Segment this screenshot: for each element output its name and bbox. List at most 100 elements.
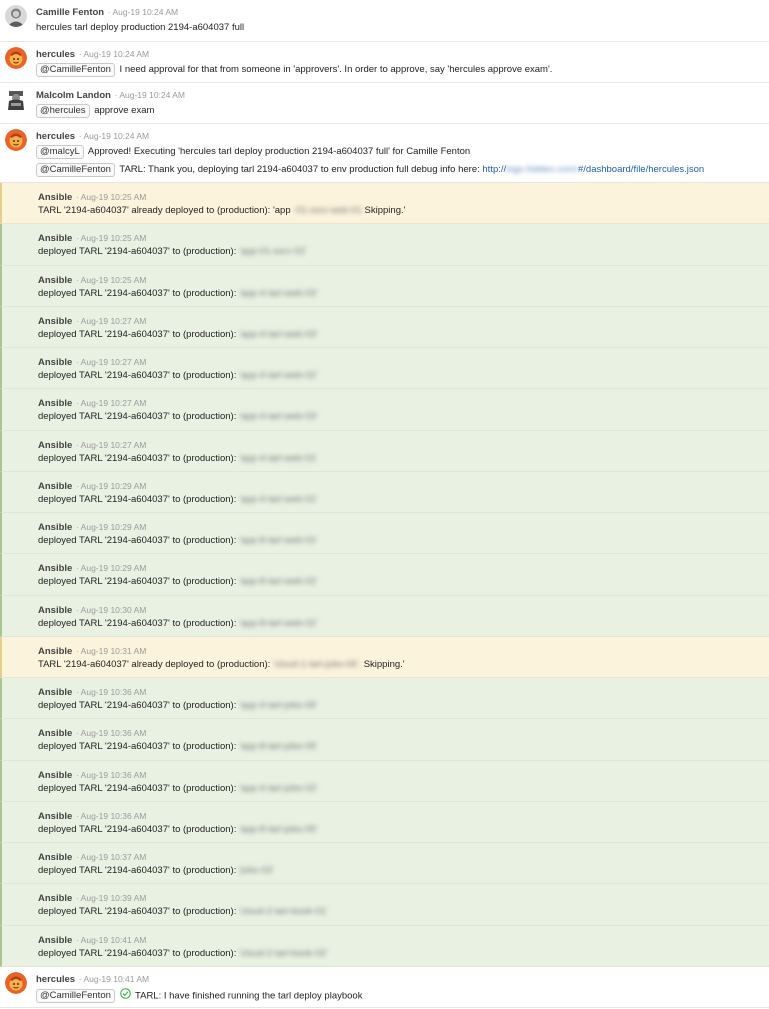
- event-author[interactable]: Ansible: [38, 893, 72, 904]
- event-timestamp: · Aug-19 10:27 AM: [75, 398, 147, 409]
- ansible-event-success: Ansible · Aug-19 10:37 AM deployed TARL '…: [0, 843, 769, 885]
- message-timestamp: · Aug-19 10:24 AM: [78, 131, 150, 141]
- person-photo-icon[interactable]: [5, 5, 27, 27]
- event-text: deployed TARL '2194-a604037' to (product…: [38, 782, 237, 794]
- ansible-event-success: Ansible · Aug-19 10:27 AM deployed TARL '…: [0, 389, 769, 431]
- redacted-host: 'app-8-tarl-jobs-05': [238, 823, 318, 835]
- redacted-host: 'app-8-tarl-jobs-05': [238, 741, 318, 753]
- event-author[interactable]: Ansible: [38, 605, 72, 616]
- event-suffix: Skipping.': [363, 658, 405, 670]
- event-timestamp: · Aug-19 10:39 AM: [75, 893, 147, 904]
- event-author[interactable]: Ansible: [38, 481, 72, 492]
- ansible-event-success: Ansible · Aug-19 10:36 AM deployed TARL '…: [0, 801, 769, 843]
- event-text: deployed TARL '2194-a604037' to (product…: [38, 700, 237, 711]
- event-text: TARL '2194-a604037' already deployed to …: [38, 205, 291, 216]
- ansible-event-list: Ansible · Aug-19 10:25 AM TARL '2194-a604…: [0, 183, 769, 967]
- event-author[interactable]: Ansible: [38, 357, 72, 368]
- redacted-host: 'app-01-ssrv-02': [238, 246, 307, 258]
- ansible-event-success: Ansible · Aug-19 10:27 AM deployed TARL '…: [0, 430, 769, 472]
- message-timestamp: · Aug-19 10:24 AM: [114, 90, 186, 100]
- event-text: deployed TARL '2194-a604037' to (product…: [38, 823, 237, 835]
- ansible-event-success: Ansible · Aug-19 10:27 AM deployed TARL '…: [0, 348, 769, 390]
- debug-info-link[interactable]: http://logs.hidden.com/#/dashboard/file/…: [482, 164, 704, 175]
- event-author[interactable]: Ansible: [38, 398, 72, 409]
- ansible-event-success: Ansible · Aug-19 10:29 AM deployed TARL '…: [0, 513, 769, 555]
- event-author[interactable]: Ansible: [38, 646, 72, 657]
- event-timestamp: · Aug-19 10:27 AM: [75, 439, 147, 450]
- event-text: deployed TARL '2194-a604037' to (product…: [38, 741, 237, 753]
- ansible-event-success: Ansible · Aug-19 10:36 AM deployed TARL '…: [0, 678, 769, 720]
- event-timestamp: · Aug-19 10:29 AM: [75, 480, 147, 491]
- event-timestamp: · Aug-19 10:25 AM: [75, 192, 147, 202]
- ansible-event-success: Ansible · Aug-19 10:29 AM deployed TARL '…: [0, 471, 769, 513]
- event-author[interactable]: Ansible: [38, 728, 72, 739]
- redacted-host: 'app-4-tarl-jobs-05': [238, 700, 318, 711]
- redacted-host: 'app-4-tarl-web-03': [238, 328, 318, 340]
- event-text: deployed TARL '2194-a604037' to (product…: [38, 906, 237, 918]
- hercules-bot-icon[interactable]: [5, 47, 27, 69]
- event-author[interactable]: Ansible: [38, 811, 72, 822]
- event-author[interactable]: Ansible: [38, 316, 72, 327]
- ansible-event-success: Ansible · Aug-19 10:27 AM deployed TARL '…: [0, 306, 769, 348]
- redacted-host: 'cloud-2-tarl-book-01': [238, 906, 328, 918]
- redacted-host: 'app-4-tarl-web-01': [238, 493, 318, 505]
- hercules-bot-icon[interactable]: [5, 129, 27, 151]
- redacted-host: 'app-4-tarl-web-02': [238, 370, 318, 381]
- message-author[interactable]: hercules: [36, 974, 75, 985]
- ansible-event-success: Ansible · Aug-19 10:36 AM deployed TARL '…: [0, 760, 769, 802]
- message-author[interactable]: Camille Fenton: [36, 7, 104, 18]
- redacted-host: 'cloud-2-tarl-book-02': [238, 947, 328, 959]
- message-author[interactable]: hercules: [36, 131, 75, 142]
- message-text: I need approval for that from someone in…: [119, 64, 553, 75]
- event-suffix: Skipping.': [364, 205, 406, 216]
- message-author[interactable]: hercules: [36, 49, 75, 60]
- event-author[interactable]: Ansible: [38, 275, 72, 286]
- ansible-event-success: Ansible · Aug-19 10:41 AM deployed TARL '…: [0, 925, 769, 967]
- event-timestamp: · Aug-19 10:25 AM: [75, 233, 147, 244]
- event-text: deployed TARL '2194-a604037' to (product…: [38, 535, 237, 546]
- message-timestamp: · Aug-19 10:41 AM: [78, 973, 150, 984]
- event-author[interactable]: Ansible: [38, 192, 72, 203]
- mention-chip[interactable]: @CamilleFenton: [36, 63, 115, 77]
- redacted-host: 'app-8-tarl-web-02': [238, 617, 318, 629]
- ansible-event-success: Ansible · Aug-19 10:25 AM deployed TARL '…: [0, 224, 769, 266]
- event-author[interactable]: Ansible: [38, 687, 72, 698]
- message-text: Approved! Executing 'hercules tarl deplo…: [87, 146, 471, 157]
- event-author[interactable]: Ansible: [38, 563, 72, 574]
- redacted-host: -01-ssrv-web-01: [293, 205, 362, 216]
- event-author[interactable]: Ansible: [38, 522, 72, 533]
- event-author[interactable]: Ansible: [38, 233, 72, 244]
- event-text: TARL '2194-a604037' already deployed to …: [38, 658, 271, 670]
- event-author[interactable]: Ansible: [38, 852, 72, 863]
- redacted-host: 'app-4-tarl-web-03': [238, 411, 318, 423]
- ansible-event-success: Ansible · Aug-19 10:29 AM deployed TARL '…: [0, 554, 769, 596]
- event-timestamp: · Aug-19 10:36 AM: [75, 687, 147, 697]
- mention-chip[interactable]: @CamilleFenton: [36, 989, 115, 1004]
- mention-chip[interactable]: @hercules: [36, 104, 90, 118]
- event-author[interactable]: Ansible: [38, 770, 72, 781]
- event-timestamp: · Aug-19 10:29 AM: [75, 563, 147, 574]
- event-author[interactable]: Ansible: [38, 935, 72, 946]
- ansible-event-skip: Ansible · Aug-19 10:25 AM TARL '2194-a604…: [0, 183, 769, 225]
- event-text: deployed TARL '2194-a604037' to (product…: [38, 246, 237, 258]
- event-text: deployed TARL '2194-a604037' to (product…: [38, 865, 237, 876]
- event-timestamp: · Aug-19 10:27 AM: [75, 357, 147, 367]
- chat-message: hercules · Aug-19 10:24 AM @CamilleFento…: [0, 42, 769, 83]
- event-text: deployed TARL '2194-a604037' to (product…: [38, 493, 237, 505]
- mention-chip[interactable]: @CamilleFenton: [36, 163, 115, 177]
- person-photo-icon[interactable]: [5, 88, 27, 110]
- link-prefix: http://: [482, 164, 507, 175]
- redacted-host: 'app-8-tarl-web-01': [238, 535, 318, 546]
- message-text: hercules tarl deploy production 2194-a60…: [36, 22, 245, 33]
- hercules-bot-icon[interactable]: [5, 971, 27, 994]
- ansible-event-skip: Ansible · Aug-19 10:31 AM TARL '2194-a604…: [0, 636, 769, 678]
- message-author[interactable]: Malcolm Landon: [36, 90, 111, 101]
- redacted-host: 'app-8-tarl-web-02': [238, 576, 318, 588]
- mention-chip[interactable]: @malcyL: [36, 145, 84, 159]
- redacted-host: 'app-4-tarl-web-01': [238, 452, 318, 464]
- message-text: TARL: Thank you, deploying tarl 2194-a60…: [119, 164, 480, 175]
- check-circle-icon: [119, 987, 131, 1004]
- redacted-host: 'cloud-1-tarl-jobs-06'.: [272, 658, 362, 670]
- chat-message: hercules · Aug-19 10:24 AM @malcyL Appro…: [0, 124, 769, 183]
- event-author[interactable]: Ansible: [38, 440, 72, 451]
